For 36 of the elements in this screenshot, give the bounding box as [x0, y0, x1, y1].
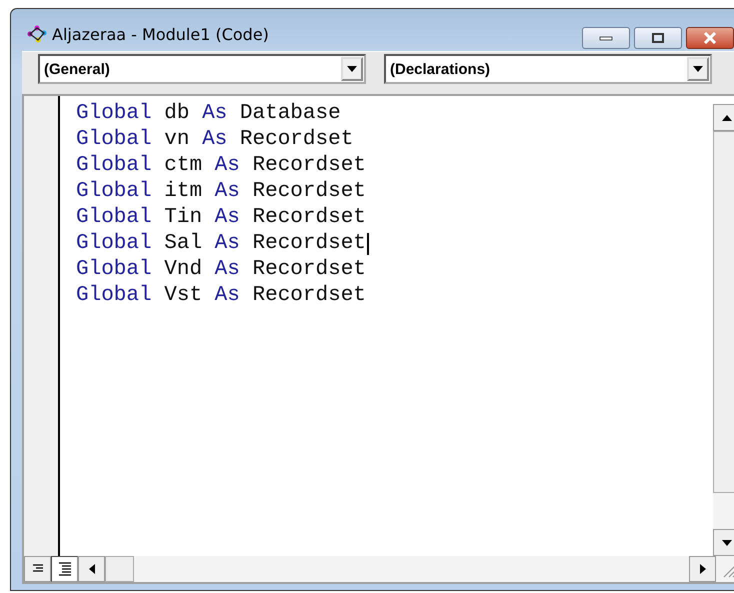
vertical-scrollbar[interactable]	[713, 104, 734, 556]
down-triangle-icon	[693, 66, 703, 72]
module-icon	[26, 24, 48, 44]
scroll-thumb[interactable]	[105, 556, 134, 582]
code-line: Global Tin As Recordset	[76, 205, 366, 231]
window-title: Aljazeraa - Module1 (Code)	[52, 24, 270, 44]
code-line: Global Vst As Recordset	[76, 283, 366, 309]
code-line: Global Sal As Recordset	[76, 231, 366, 257]
module-view-button[interactable]	[51, 556, 78, 582]
lines-icon	[30, 564, 44, 574]
left-triangle-icon	[88, 564, 94, 574]
up-triangle-icon	[722, 114, 732, 120]
dropdown[interactable]: (Declarations)	[384, 54, 712, 84]
close-button[interactable]	[686, 27, 734, 49]
dropdown[interactable]: (General)	[38, 54, 366, 84]
scroll-thumb[interactable]	[713, 131, 734, 493]
scroll-left-button[interactable]	[78, 556, 105, 582]
code-line: Global vn As Recordset	[76, 127, 354, 153]
procedure-view-button[interactable]	[24, 556, 51, 582]
down-triangle-icon	[347, 66, 357, 72]
minimize-button[interactable]	[582, 27, 630, 49]
horizontal-scrollbar[interactable]	[78, 556, 716, 582]
scroll-up-button[interactable]	[713, 104, 734, 131]
code-line: Global itm As Recordset	[76, 179, 366, 205]
scroll-down-button[interactable]	[713, 529, 734, 556]
scroll-right-button[interactable]	[689, 556, 716, 582]
close-icon	[702, 32, 718, 44]
right-triangle-icon	[700, 564, 706, 574]
code-line: Global ctm As Recordset	[76, 153, 366, 179]
maximize-icon	[651, 32, 665, 44]
minimize-icon	[599, 35, 613, 41]
maximize-button[interactable]	[634, 27, 682, 49]
code-line: Global db As Database	[76, 101, 341, 127]
lines-icon	[58, 562, 72, 576]
down-triangle-icon	[722, 540, 732, 546]
code-line: Global Vnd As Recordset	[76, 257, 366, 283]
